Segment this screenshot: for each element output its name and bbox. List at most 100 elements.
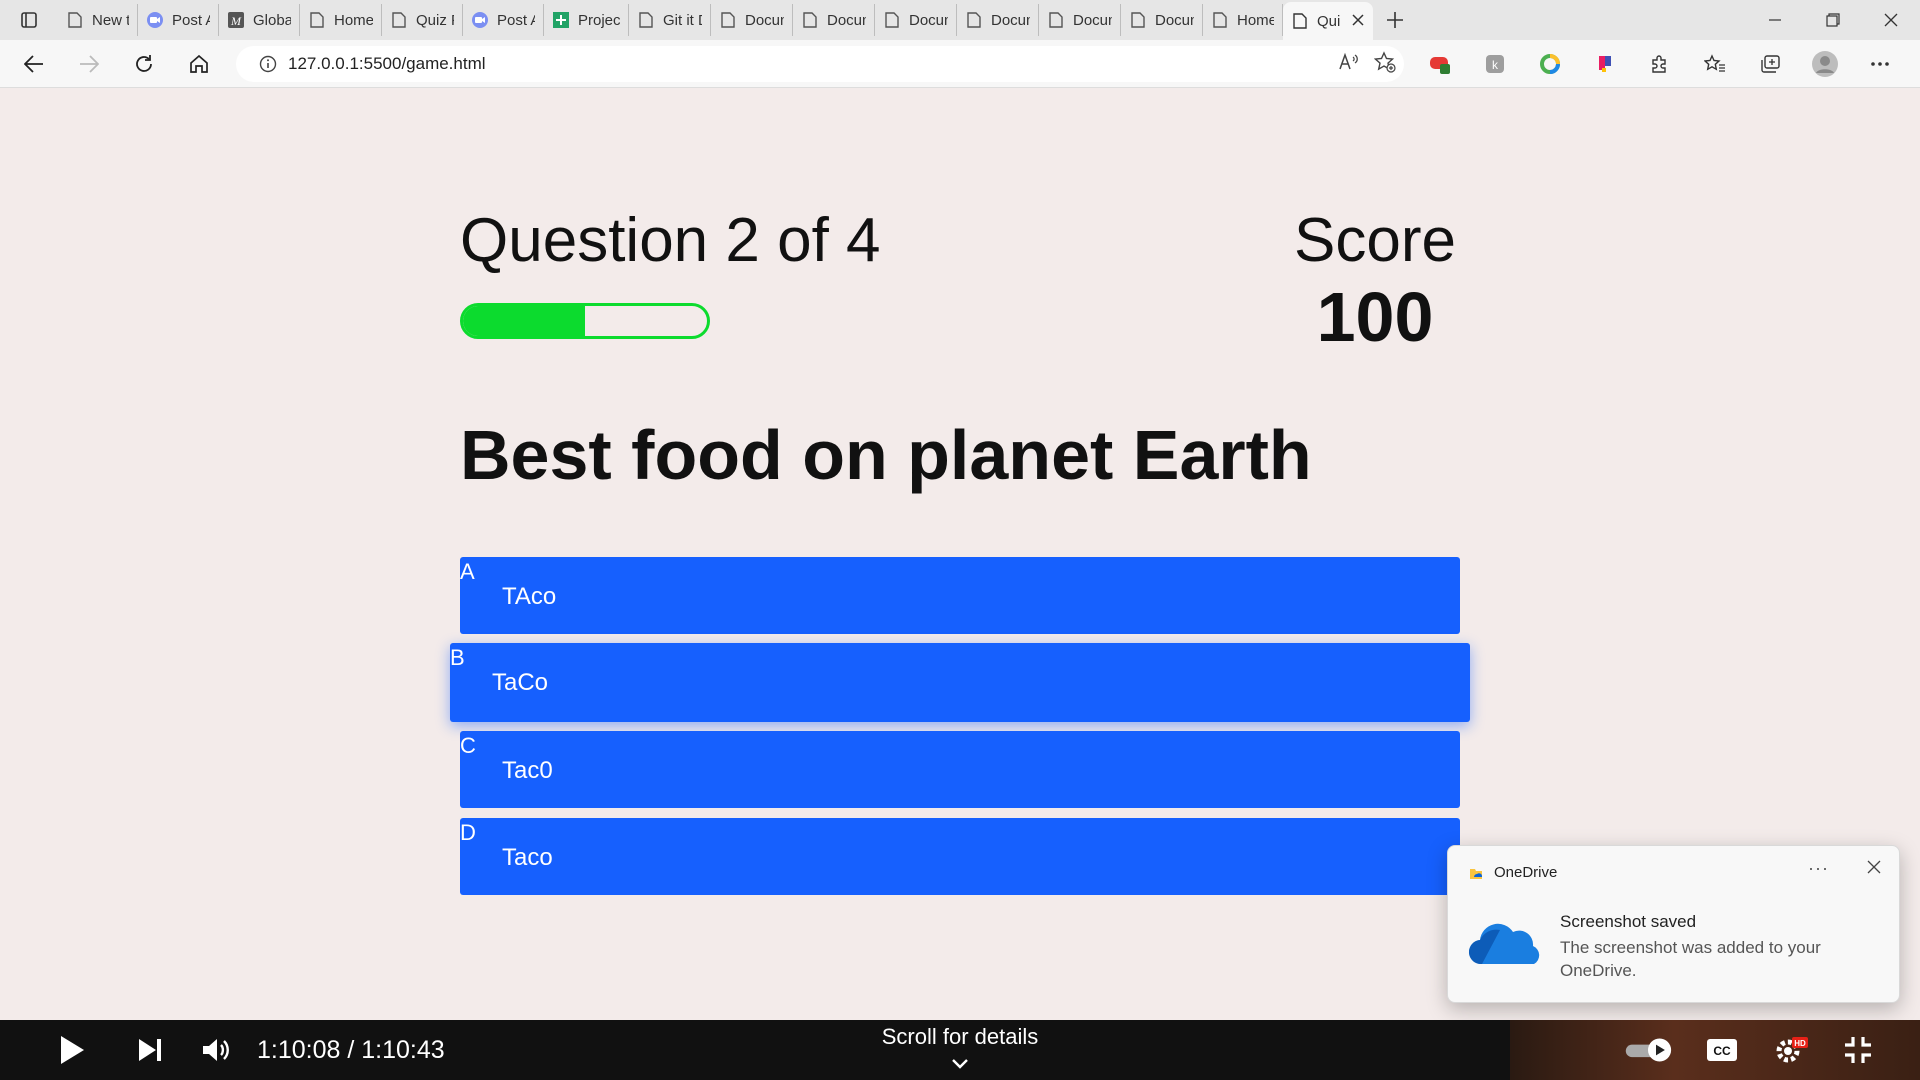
tab-item[interactable]: Quiz Pa bbox=[382, 4, 463, 36]
close-tab-icon[interactable] bbox=[1352, 13, 1364, 30]
tab-item[interactable]: Home P bbox=[1203, 4, 1283, 36]
tab-item[interactable]: Git it Do bbox=[629, 4, 711, 36]
svg-text:CC: CC bbox=[1713, 1044, 1731, 1058]
extensions-puzzle-icon[interactable] bbox=[1632, 40, 1687, 88]
choice-d[interactable]: D Taco bbox=[460, 818, 1460, 895]
tab-item[interactable]: Post Att bbox=[463, 4, 544, 36]
page-icon bbox=[308, 11, 326, 29]
extension-colorwheel-icon[interactable] bbox=[1522, 40, 1577, 88]
choice-prefix: D bbox=[460, 820, 476, 845]
restore-icon bbox=[1826, 13, 1840, 27]
captions-icon: CC bbox=[1707, 1039, 1737, 1061]
choice-prefix: A bbox=[460, 559, 475, 584]
autoplay-toggle[interactable] bbox=[1624, 1020, 1672, 1080]
video-player-bar: 1:10:08 / 1:10:43 Scroll for details CC … bbox=[0, 1020, 1920, 1080]
scroll-hint[interactable]: Scroll for details bbox=[860, 1024, 1060, 1050]
play-icon bbox=[61, 1036, 84, 1064]
tab-item[interactable]: New tab bbox=[58, 4, 138, 36]
choice-c[interactable]: C Tac0 bbox=[460, 731, 1460, 808]
gear-icon: HD bbox=[1776, 1037, 1808, 1063]
tab-item[interactable]: Docume bbox=[793, 4, 875, 36]
read-aloud-icon[interactable] bbox=[1338, 52, 1360, 77]
new-tab-button[interactable] bbox=[1373, 0, 1417, 40]
minimize-button[interactable] bbox=[1746, 0, 1804, 40]
address-bar[interactable]: 127.0.0.1:5500/game.html bbox=[236, 46, 1404, 82]
tab-label: Git it Do bbox=[663, 11, 702, 29]
svg-text:HD: HD bbox=[1794, 1039, 1806, 1048]
toast-title: Screenshot saved bbox=[1560, 912, 1697, 931]
forward-arrow-icon bbox=[80, 54, 99, 73]
tab-active[interactable]: Qui bbox=[1283, 2, 1373, 40]
page-icon bbox=[801, 11, 819, 29]
extension-red-icon[interactable] bbox=[1412, 40, 1467, 88]
choice-text: TAco bbox=[502, 583, 557, 610]
tab-label: Docume bbox=[745, 11, 784, 29]
score-label: Score bbox=[1294, 206, 1456, 275]
tab-item[interactable]: Docume bbox=[1039, 4, 1121, 36]
back-button[interactable] bbox=[7, 40, 61, 88]
tab-item[interactable]: Post Att bbox=[138, 4, 219, 36]
tab-label: GlobalE bbox=[253, 11, 291, 29]
collections-icon[interactable] bbox=[1742, 40, 1797, 88]
video-icon bbox=[146, 11, 164, 29]
onedrive-cloud-icon bbox=[1468, 914, 1540, 973]
extension-gray-icon[interactable]: k bbox=[1467, 40, 1522, 88]
play-button[interactable] bbox=[52, 1020, 92, 1080]
exit-fullscreen-button[interactable] bbox=[1838, 1020, 1878, 1080]
svg-text:k: k bbox=[1492, 58, 1499, 72]
page-icon bbox=[637, 11, 655, 29]
plus-icon bbox=[1387, 12, 1403, 28]
svg-text:M: M bbox=[230, 14, 242, 28]
profile-avatar-icon[interactable] bbox=[1797, 40, 1852, 88]
tab-item[interactable]: Docume bbox=[957, 4, 1039, 36]
toast-header: OneDrive bbox=[1468, 864, 1557, 881]
toast-more-button[interactable]: ··· bbox=[1808, 858, 1829, 879]
page-icon bbox=[1211, 11, 1229, 29]
window-controls bbox=[1746, 0, 1920, 40]
forward-button[interactable] bbox=[62, 40, 116, 88]
close-icon bbox=[1884, 13, 1898, 27]
captions-button[interactable]: CC bbox=[1704, 1020, 1740, 1080]
quiz-hud: Question 2 of 4 Score 100 bbox=[460, 205, 1460, 356]
choice-a[interactable]: A TAco bbox=[460, 557, 1460, 634]
choice-b[interactable]: B TaCo bbox=[450, 643, 1470, 722]
url-text[interactable]: 127.0.0.1:5500/game.html bbox=[288, 54, 486, 74]
tab-item[interactable]: Project bbox=[544, 4, 629, 36]
chevron-down-icon[interactable] bbox=[950, 1054, 970, 1074]
volume-button[interactable] bbox=[198, 1020, 234, 1080]
skip-next-icon bbox=[139, 1039, 161, 1061]
restore-button[interactable] bbox=[1804, 0, 1862, 40]
exit-fullscreen-icon bbox=[1845, 1037, 1871, 1063]
tab-list: New tab Post Att M GlobalE Home P Quiz Pa Post… bbox=[58, 0, 1283, 40]
volume-icon bbox=[203, 1039, 229, 1061]
page-icon bbox=[1129, 11, 1147, 29]
close-window-button[interactable] bbox=[1862, 0, 1920, 40]
tab-item[interactable]: Docume bbox=[875, 4, 957, 36]
settings-more-icon[interactable] bbox=[1852, 40, 1907, 88]
back-arrow-icon bbox=[24, 54, 43, 73]
tab-label: Docume bbox=[909, 11, 948, 29]
score-panel: Score 100 bbox=[1290, 205, 1460, 357]
tab-label: Docume bbox=[991, 11, 1030, 29]
toast-close-button[interactable] bbox=[1867, 860, 1881, 879]
info-icon[interactable] bbox=[248, 55, 288, 73]
settings-button[interactable]: HD bbox=[1772, 1020, 1812, 1080]
page-icon bbox=[719, 11, 737, 29]
progress-bar bbox=[460, 303, 710, 339]
tab-label: Docume bbox=[1073, 11, 1112, 29]
tab-item[interactable]: Docume bbox=[1121, 4, 1203, 36]
extension-pen-icon[interactable] bbox=[1577, 40, 1632, 88]
tab-item[interactable]: M GlobalE bbox=[219, 4, 300, 36]
add-favorite-icon[interactable] bbox=[1373, 50, 1396, 78]
tab-item[interactable]: Home P bbox=[300, 4, 382, 36]
choice-prefix: C bbox=[460, 733, 476, 758]
minimize-icon bbox=[1769, 19, 1781, 21]
tab-actions-button[interactable] bbox=[0, 0, 58, 40]
favorites-icon[interactable] bbox=[1687, 40, 1742, 88]
tab-item[interactable]: Docume bbox=[711, 4, 793, 36]
next-button[interactable] bbox=[132, 1020, 168, 1080]
tab-label: Home P bbox=[1237, 11, 1274, 29]
refresh-button[interactable] bbox=[117, 40, 171, 88]
onedrive-notification[interactable]: OneDrive ··· Screenshot saved The screen… bbox=[1447, 845, 1900, 1003]
home-button[interactable] bbox=[172, 40, 226, 88]
